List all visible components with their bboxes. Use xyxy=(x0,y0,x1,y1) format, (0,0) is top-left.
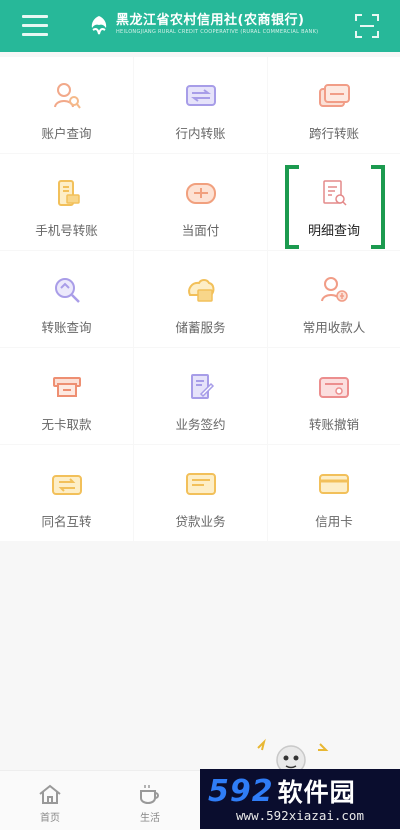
highlight-bracket-right xyxy=(371,165,385,249)
grid-item-label: 当面付 xyxy=(181,223,220,238)
transfer-query-icon xyxy=(54,278,80,303)
grid-item-label: 行内转账 xyxy=(175,126,226,141)
watermark: 592 软件园 www.592xiazai.com xyxy=(200,769,400,829)
grid-item-inter-bank-transfer[interactable]: 跨行转账 xyxy=(268,57,400,153)
menu-icon[interactable] xyxy=(22,15,48,37)
grid-item-label: 跨行转账 xyxy=(308,126,359,141)
nav-label: 首页 xyxy=(40,813,60,824)
credit-card-icon xyxy=(319,474,349,494)
grid-item-label: 业务签约 xyxy=(175,417,226,432)
account-query-icon xyxy=(53,83,81,109)
nav-label: 生活 xyxy=(140,813,160,824)
transfer-cancel-icon xyxy=(319,377,349,398)
grid-item-payee[interactable]: 常用收款人 xyxy=(268,251,400,347)
highlight-bracket-left xyxy=(285,165,299,249)
grid-item-label: 储蓄服务 xyxy=(175,320,226,335)
loan-icon xyxy=(185,473,216,495)
bank-logo-icon xyxy=(91,15,107,34)
watermark-logo: 592 软件园 xyxy=(208,773,356,809)
grid-item-label: 贷款业务 xyxy=(175,514,226,529)
scan-icon[interactable] xyxy=(354,13,380,39)
payee-icon xyxy=(321,277,348,302)
nav-item-home[interactable]: 首页 xyxy=(20,771,80,830)
app-header: 黑龙江省农村信用社(农商银行) HEILONGJIANG RURAL CREDI… xyxy=(0,0,400,52)
grid-item-label: 常用收款人 xyxy=(302,320,366,335)
same-name-transfer-icon xyxy=(51,475,82,495)
grid-item-loan[interactable]: 贷款业务 xyxy=(134,445,267,541)
home-icon xyxy=(39,784,61,804)
face-pay-icon xyxy=(185,183,216,204)
grid-item-transfer-query[interactable]: 转账查询 xyxy=(0,251,133,347)
grid-item-cardless-withdrawal[interactable]: 无卡取款 xyxy=(0,348,133,444)
grid-item-business-sign[interactable]: 业务签约 xyxy=(134,348,267,444)
grid-item-label: 同名互转 xyxy=(41,514,92,529)
grid-item-transfer-cancel[interactable]: 转账撤销 xyxy=(268,348,400,444)
grid-item-label: 无卡取款 xyxy=(41,417,92,432)
savings-service-icon xyxy=(187,279,214,302)
grid-item-label: 账户查询 xyxy=(41,126,92,141)
grid-item-label: 转账查询 xyxy=(41,320,92,335)
grid-item-face-pay[interactable]: 当面付 xyxy=(134,154,267,250)
bank-name-en: HEILONGJIANG RURAL CREDIT COOPERATIVE (R… xyxy=(116,29,319,35)
grid-item-label: 信用卡 xyxy=(315,514,353,529)
grid-item-savings-service[interactable]: 储蓄服务 xyxy=(134,251,267,347)
detail-query-icon xyxy=(323,180,347,206)
grid-item-credit-card[interactable]: 信用卡 xyxy=(268,445,400,541)
phone-transfer-icon xyxy=(57,180,80,206)
grid-item-label: 手机号转账 xyxy=(35,223,98,238)
function-grid: 账户查询 行内转账 跨行转账 手机号转账 当面付 明细查询 转账查询 储蓄服务 … xyxy=(0,57,400,542)
cardless-withdrawal-icon xyxy=(52,377,81,397)
nav-item-life[interactable]: 生活 xyxy=(120,771,180,830)
grid-item-phone-transfer[interactable]: 手机号转账 xyxy=(0,154,133,250)
watermark-text: 软件园 xyxy=(277,778,356,807)
bank-name: 黑龙江省农村信用社(农商银行) xyxy=(116,13,305,28)
watermark-number: 592 xyxy=(208,774,274,809)
inter-bank-transfer-icon xyxy=(319,84,350,107)
life-icon xyxy=(140,785,159,805)
grid-item-same-name-transfer[interactable]: 同名互转 xyxy=(0,445,133,541)
grid-item-intra-bank-transfer[interactable]: 行内转账 xyxy=(134,57,267,153)
watermark-url: www.592xiazai.com xyxy=(236,808,364,823)
bank-logo: 黑龙江省农村信用社(农商银行) HEILONGJIANG RURAL CREDI… xyxy=(88,13,318,36)
business-sign-icon xyxy=(190,374,214,399)
grid-item-account-query[interactable]: 账户查询 xyxy=(0,57,133,153)
intra-bank-transfer-icon xyxy=(185,85,216,106)
grid-item-label: 转账撤销 xyxy=(308,417,359,432)
